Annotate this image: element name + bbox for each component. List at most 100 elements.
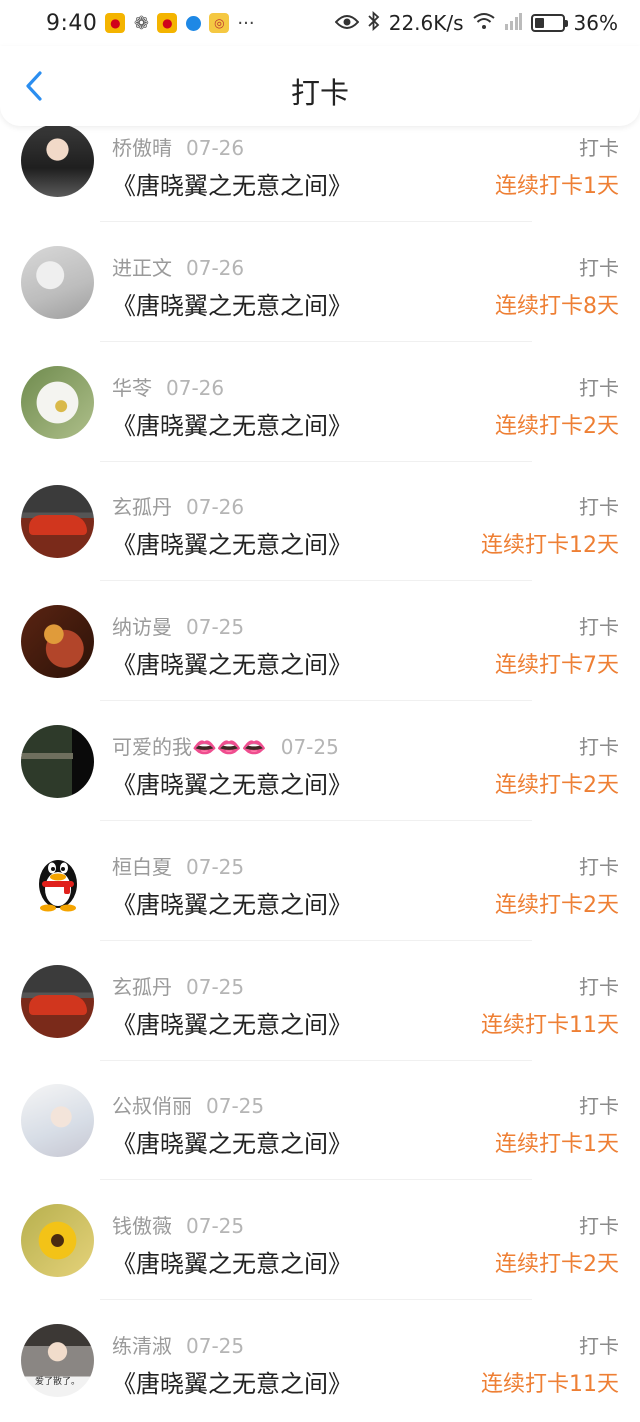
browser-icon — [183, 13, 203, 33]
streak-label: 连续打卡11天 — [481, 1371, 619, 1397]
list-item-meta: 可爱的我👄👄👄 07-25 — [112, 731, 339, 760]
checkin-date: 07-25 — [186, 1214, 245, 1239]
notification-icons: ● ❁ ● ◎ ··· — [105, 12, 255, 34]
streak-label: 连续打卡8天 — [495, 293, 619, 319]
list-item-meta: 钱傲薇 07-25 — [112, 1210, 244, 1239]
checkin-list: 桥傲晴 07-26 《唐晓翼之无意之间》 打卡 连续打卡1天 进正文 07-26 《… — [0, 124, 640, 1422]
book-title[interactable]: 《唐晓翼之无意之间》 — [112, 1364, 352, 1399]
checkin-tag: 打卡 — [579, 1094, 619, 1119]
book-title[interactable]: 《唐晓翼之无意之间》 — [112, 406, 352, 441]
user-name[interactable]: 可爱的我👄👄👄 — [112, 735, 267, 759]
book-title[interactable]: 《唐晓翼之无意之间》 — [112, 525, 352, 560]
streak-label: 连续打卡12天 — [481, 533, 619, 559]
streak-label: 连续打卡2天 — [495, 892, 619, 918]
avatar[interactable] — [21, 844, 94, 918]
eye-icon — [334, 11, 360, 35]
user-name[interactable]: 练清淑 — [112, 1334, 172, 1358]
list-item[interactable]: 钱傲薇 07-25 《唐晓翼之无意之间》 打卡 连续打卡2天 — [0, 1204, 640, 1324]
user-name[interactable]: 纳访曼 — [112, 615, 172, 639]
divider — [100, 1179, 532, 1181]
avatar[interactable] — [21, 124, 94, 197]
avatar[interactable] — [21, 365, 94, 439]
avatar[interactable] — [21, 605, 94, 679]
divider — [100, 939, 532, 941]
user-name[interactable]: 桥傲晴 — [112, 136, 172, 160]
checkin-tag: 打卡 — [579, 615, 619, 640]
user-name[interactable]: 玄孤丹 — [112, 495, 172, 519]
weibo-icon: ● — [105, 13, 126, 33]
more-notifications-icon: ··· — [237, 12, 255, 34]
divider — [100, 1299, 532, 1301]
divider — [100, 221, 532, 222]
streak-label: 连续打卡11天 — [481, 1012, 619, 1038]
list-item[interactable]: 爱了散了。 练清淑 07-25 《唐晓翼之无意之间》 打卡 连续打卡11天 — [0, 1323, 640, 1422]
checkin-date: 07-25 — [280, 734, 339, 759]
checkin-date: 07-25 — [186, 974, 245, 999]
avatar[interactable] — [21, 964, 94, 1038]
checkin-date: 07-25 — [206, 1094, 265, 1119]
checkin-date: 07-26 — [166, 375, 225, 400]
wechat-icon: ❁ — [133, 12, 149, 34]
music-icon: ◎ — [209, 13, 230, 33]
list-item-meta: 练清淑 07-25 — [112, 1330, 244, 1359]
checkin-date: 07-26 — [186, 255, 245, 280]
status-bar: 9:40 ● ❁ ● ◎ ··· 22.6K/s 36% — [0, 0, 640, 46]
avatar[interactable] — [21, 245, 94, 319]
checkin-tag: 打卡 — [579, 255, 619, 280]
user-name[interactable]: 公叔俏丽 — [112, 1094, 192, 1118]
book-title[interactable]: 《唐晓翼之无意之间》 — [112, 286, 352, 321]
avatar[interactable] — [21, 1204, 94, 1278]
status-time: 9:40 — [46, 10, 98, 36]
list-item-meta: 华苓 07-26 — [112, 372, 224, 401]
user-name[interactable]: 桓白夏 — [112, 855, 172, 879]
divider — [100, 700, 532, 702]
avatar[interactable] — [21, 1084, 94, 1158]
list-item-meta: 纳访曼 07-25 — [112, 611, 244, 640]
weibo-icon: ● — [157, 13, 178, 33]
avatar[interactable] — [21, 485, 94, 559]
book-title[interactable]: 《唐晓翼之无意之间》 — [112, 885, 352, 920]
list-item-meta: 玄孤丹 07-26 — [112, 491, 244, 520]
divider — [100, 460, 532, 462]
book-title[interactable]: 《唐晓翼之无意之间》 — [112, 1124, 352, 1159]
checkin-tag: 打卡 — [579, 375, 619, 400]
list-item-meta: 进正文 07-26 — [112, 252, 244, 281]
divider — [100, 340, 532, 342]
list-item[interactable]: 玄孤丹 07-25 《唐晓翼之无意之间》 打卡 连续打卡11天 — [0, 964, 640, 1085]
wifi-icon — [472, 11, 495, 35]
streak-label: 连续打卡2天 — [495, 772, 619, 798]
list-item-meta: 桥傲晴 07-26 — [112, 132, 244, 161]
user-name[interactable]: 进正文 — [112, 256, 172, 280]
checkin-tag: 打卡 — [579, 495, 619, 520]
checkin-tag: 打卡 — [579, 1333, 619, 1358]
list-item-meta: 桓白夏 07-25 — [112, 851, 244, 880]
battery-icon — [530, 14, 568, 32]
signal-icon — [504, 11, 522, 35]
list-item[interactable]: 桥傲晴 07-26 《唐晓翼之无意之间》 打卡 连续打卡1天 — [0, 124, 640, 246]
bluetooth-icon — [368, 10, 380, 36]
avatar[interactable] — [21, 724, 94, 798]
checkin-date: 07-25 — [186, 615, 245, 640]
user-name[interactable]: 华苓 — [112, 376, 152, 400]
book-title[interactable]: 《唐晓翼之无意之间》 — [112, 765, 352, 800]
user-name[interactable]: 玄孤丹 — [112, 975, 172, 999]
book-title[interactable]: 《唐晓翼之无意之间》 — [112, 1244, 352, 1279]
checkin-date: 07-25 — [186, 854, 245, 879]
list-item[interactable]: 进正文 07-26 《唐晓翼之无意之间》 打卡 连续打卡8天 — [0, 245, 640, 366]
list-item[interactable]: 华苓 07-26 《唐晓翼之无意之间》 打卡 连续打卡2天 — [0, 365, 640, 486]
list-item[interactable]: 可爱的我👄👄👄 07-25 《唐晓翼之无意之间》 打卡 连续打卡2天 — [0, 724, 640, 845]
divider — [100, 1059, 532, 1061]
book-title[interactable]: 《唐晓翼之无意之间》 — [112, 166, 352, 201]
streak-label: 连续打卡7天 — [495, 653, 619, 679]
list-item[interactable]: 玄孤丹 07-26 《唐晓翼之无意之间》 打卡 连续打卡12天 — [0, 485, 640, 605]
book-title[interactable]: 《唐晓翼之无意之间》 — [112, 645, 352, 680]
list-item[interactable]: 公叔俏丽 07-25 《唐晓翼之无意之间》 打卡 连续打卡1天 — [0, 1084, 640, 1204]
nav-bar: 打卡 — [0, 46, 640, 126]
streak-label: 连续打卡1天 — [495, 174, 619, 199]
book-title[interactable]: 《唐晓翼之无意之间》 — [112, 1005, 352, 1040]
avatar[interactable]: 爱了散了。 — [21, 1323, 94, 1397]
list-item[interactable]: 桓白夏 07-25 《唐晓翼之无意之间》 打卡 连续打卡2天 — [0, 844, 640, 965]
list-item[interactable]: 纳访曼 07-25 《唐晓翼之无意之间》 打卡 连续打卡7天 — [0, 605, 640, 725]
divider — [100, 580, 532, 582]
user-name[interactable]: 钱傲薇 — [112, 1214, 172, 1238]
